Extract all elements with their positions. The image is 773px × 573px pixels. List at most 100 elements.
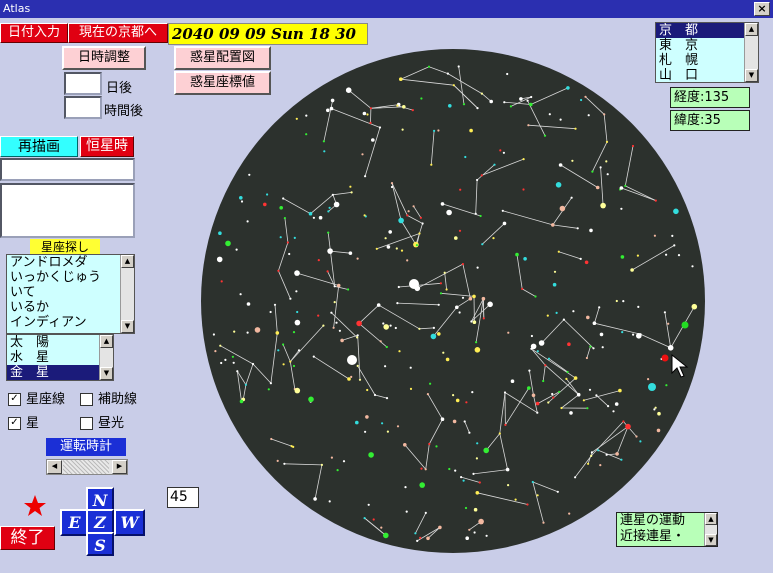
star-dot (327, 248, 333, 254)
star-chart (201, 49, 705, 553)
star-dot (667, 345, 674, 351)
list-item[interactable]: 山 口 (656, 68, 758, 82)
list-item[interactable]: 東 京 (656, 38, 758, 53)
star-dot (559, 118, 562, 121)
star-dot (587, 114, 590, 117)
star-dot (366, 113, 369, 116)
star-dot (536, 494, 539, 497)
scrollbar[interactable]: ▲ ▼ (704, 513, 717, 546)
star-dot (269, 382, 272, 385)
star-dot (293, 236, 296, 239)
bright-star (409, 279, 419, 289)
star-dot (214, 350, 217, 353)
star-dot (433, 129, 436, 132)
star-dot (419, 216, 422, 219)
star-dot (576, 392, 581, 397)
star-dot (526, 99, 529, 102)
star-dot (481, 296, 486, 301)
star-dot (493, 163, 496, 166)
star-dot (556, 490, 559, 493)
star-dot (557, 250, 560, 253)
star-dot (523, 257, 527, 261)
star-dot (212, 333, 215, 336)
star-dot (384, 365, 387, 368)
star-dot (473, 531, 476, 534)
star-dot (553, 270, 557, 273)
star-dot (416, 539, 419, 543)
star-dot (507, 331, 510, 334)
city-list[interactable]: 京 都 東 京 札 幌 山 口 ▲ ▼ (655, 22, 759, 83)
star-dot (542, 521, 545, 524)
star-dot (452, 394, 455, 397)
star-dot (600, 202, 606, 209)
star-dot (218, 231, 222, 235)
star-dot (378, 126, 382, 129)
star-dot (460, 476, 463, 479)
star-dot (475, 341, 478, 344)
planet-marker (648, 383, 656, 391)
list-item[interactable]: 連星の運動 (617, 513, 717, 529)
star-dot (248, 173, 251, 176)
star-dot (605, 160, 608, 163)
star-dot (350, 375, 353, 378)
star-dot (691, 303, 698, 310)
star-dot (603, 113, 606, 116)
scrollbar[interactable]: ▲ ▼ (744, 23, 758, 82)
star-dot (371, 138, 375, 142)
scroll-down-icon[interactable]: ▼ (705, 534, 717, 546)
star-dot (469, 128, 473, 133)
scroll-up-icon[interactable]: ▲ (705, 513, 717, 525)
star-dot (448, 104, 452, 108)
star-dot (448, 467, 451, 471)
star-dot (612, 410, 615, 413)
star-dot (454, 469, 457, 472)
star-dot (236, 370, 239, 373)
star-dot (630, 268, 634, 272)
star-dot (333, 201, 340, 208)
star-dot (384, 237, 387, 240)
star-dot (574, 476, 577, 479)
star-dot (573, 376, 578, 380)
binary-star-list[interactable]: 連星の運動 近接連星・ ▲ ▼ (616, 512, 718, 547)
star-dot (440, 202, 445, 206)
star-dot (595, 394, 598, 397)
star-dot (480, 174, 483, 177)
star-dot (452, 419, 457, 424)
star-dot (461, 296, 465, 299)
star-dot (579, 257, 582, 260)
star-dot (474, 212, 477, 215)
star-dot (292, 445, 295, 448)
star-dot (501, 209, 504, 212)
star-dot (407, 210, 410, 213)
scroll-down-icon[interactable]: ▼ (745, 69, 758, 82)
star-dot (489, 99, 494, 104)
star-dot (605, 140, 609, 143)
star-dot (572, 310, 575, 313)
list-item-selected[interactable]: 京 都 (656, 23, 758, 38)
star-dot (322, 324, 325, 327)
star-dot (492, 237, 495, 240)
star-dot (244, 383, 247, 386)
star-dot (571, 159, 574, 162)
star-dot (567, 342, 571, 347)
star-dot (331, 193, 334, 196)
star-dot (632, 333, 635, 336)
star-dot (530, 343, 537, 350)
star-dot (527, 386, 531, 390)
star-dot (305, 114, 308, 117)
star-dot (582, 399, 586, 402)
planet-marker (661, 354, 669, 362)
star-dot (323, 150, 326, 153)
star-dot (622, 420, 625, 423)
scroll-up-icon[interactable]: ▲ (745, 23, 758, 36)
star-dot (246, 302, 251, 306)
star-dot (656, 428, 661, 433)
list-item[interactable]: 近接連星・ (617, 529, 717, 545)
list-item[interactable]: 札 幌 (656, 53, 758, 68)
star-dot (429, 382, 432, 385)
star-dot (326, 108, 330, 113)
star-dot (246, 331, 249, 334)
star-dot (426, 393, 429, 396)
star-dot (588, 388, 592, 391)
star-dot (313, 497, 317, 501)
